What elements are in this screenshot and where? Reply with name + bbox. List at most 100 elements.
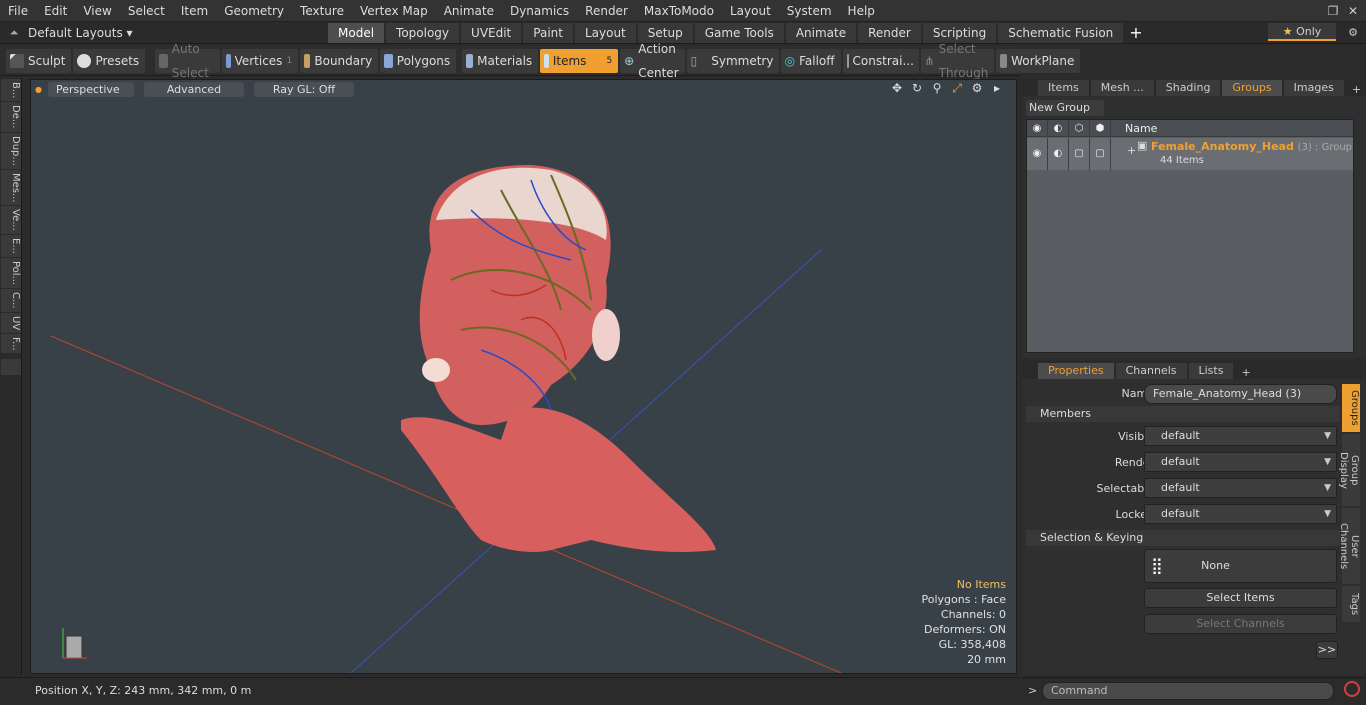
tab-groups[interactable]: Groups (1222, 80, 1282, 96)
row-select-checkbox[interactable]: ▢ (1090, 138, 1111, 170)
none-button[interactable]: ⣿ None (1144, 549, 1337, 583)
anatomy-head-model[interactable] (401, 165, 716, 552)
add-tab-icon[interactable]: + (1129, 23, 1142, 42)
tab-channels[interactable]: Channels (1115, 363, 1187, 379)
tab-game-tools[interactable]: Game Tools (694, 22, 784, 43)
menu-texture[interactable]: Texture (292, 0, 352, 22)
left-tab-curve[interactable]: C... (1, 288, 21, 312)
tab-uvedit[interactable]: UVEdit (461, 22, 522, 43)
selection-keying-section[interactable]: Selection & Keying (1026, 530, 1340, 546)
menu-edit[interactable]: Edit (36, 0, 75, 22)
menu-geometry[interactable]: Geometry (216, 0, 292, 22)
menu-file[interactable]: File (0, 0, 36, 22)
menu-render[interactable]: Render (577, 0, 636, 22)
move-icon[interactable]: ✥ (890, 81, 904, 95)
tab-lists[interactable]: Lists (1188, 363, 1234, 379)
side-tab-tags[interactable]: Tags (1342, 586, 1360, 622)
perspective-button[interactable]: Perspective (47, 81, 134, 97)
left-tab-uv[interactable]: UV (1, 312, 21, 333)
workplane-button[interactable]: WorkPlane (996, 48, 1081, 73)
left-tab-mesh[interactable]: Mes... (1, 169, 21, 206)
tab-schematic-fusion[interactable]: Schematic Fusion (998, 22, 1124, 43)
presets-button[interactable]: Presets (73, 48, 146, 73)
close-icon[interactable]: ✕ (1342, 0, 1364, 22)
record-icon[interactable] (1344, 681, 1360, 697)
menu-vertex-map[interactable]: Vertex Map (352, 0, 436, 22)
left-tab-basic[interactable]: B... (1, 79, 21, 102)
only-button[interactable]: ★ Only (1268, 23, 1336, 41)
tab-render[interactable]: Render (858, 22, 921, 43)
left-tab-polygon[interactable]: Pol... (1, 257, 21, 288)
left-tab-edge[interactable]: E... (1, 235, 21, 257)
raygl-button[interactable]: Ray GL: Off (253, 81, 354, 97)
add-panel-tab-icon[interactable]: + (1352, 83, 1361, 96)
menu-layout[interactable]: Layout (722, 0, 779, 22)
tab-items[interactable]: Items (1038, 80, 1089, 96)
vertices-button[interactable]: Vertices 1 (222, 48, 299, 73)
menu-animate[interactable]: Animate (436, 0, 502, 22)
row-render-icon[interactable]: ◐ (1048, 138, 1069, 170)
name-field[interactable]: Female_Anatomy_Head (3) (1144, 384, 1337, 404)
new-group-button[interactable]: New Group (1026, 100, 1104, 116)
side-tab-group-display[interactable]: Group Display (1338, 434, 1360, 506)
menu-system[interactable]: System (779, 0, 840, 22)
tab-shading[interactable]: Shading (1155, 80, 1221, 96)
menu-view[interactable]: View (75, 0, 119, 22)
select-through-button[interactable]: ⋔ Select Through (920, 42, 995, 80)
select-items-button[interactable]: Select Items (1144, 588, 1337, 608)
tab-model[interactable]: Model (328, 22, 385, 43)
action-center-button[interactable]: ⊕ Action Center (620, 42, 685, 80)
lock-icon[interactable]: ⬡ (1069, 119, 1090, 137)
menu-select[interactable]: Select (120, 0, 173, 22)
layout-arrow-icon[interactable]: ⏶ (0, 26, 28, 40)
visible-dropdown[interactable]: default ▼ (1144, 426, 1337, 446)
sculpt-button[interactable]: Sculpt (6, 48, 72, 73)
select-icon[interactable]: ⬢ (1090, 119, 1111, 137)
row-lock-checkbox[interactable]: ▢ (1069, 138, 1090, 170)
side-tab-groups[interactable]: Groups (1342, 384, 1360, 432)
tab-layout[interactable]: Layout (574, 22, 636, 43)
viewport-dot-icon[interactable]: ● (35, 85, 42, 94)
select-channels-button[interactable]: Select Channels (1144, 614, 1337, 634)
command-input[interactable]: Command (1042, 682, 1334, 700)
left-tab-deform[interactable]: De... (1, 102, 21, 132)
tab-images[interactable]: Images (1283, 80, 1344, 96)
render-icon[interactable]: ◐ (1048, 119, 1069, 137)
left-tab-duplicate[interactable]: Dup... (1, 132, 21, 169)
expand-icon[interactable]: + (1127, 144, 1136, 157)
locked-dropdown[interactable]: default ▼ (1144, 504, 1337, 524)
menu-dynamics[interactable]: Dynamics (502, 0, 577, 22)
menu-item[interactable]: Item (173, 0, 216, 22)
auto-select-button[interactable]: Auto Select (155, 42, 221, 80)
visibility-eye-icon[interactable]: ◉ (1027, 119, 1048, 137)
tab-properties[interactable]: Properties (1038, 363, 1114, 379)
polygons-button[interactable]: Polygons (380, 48, 457, 73)
left-tab-vertex[interactable]: Ve... (1, 206, 21, 235)
settings-icon[interactable]: ⚙ (970, 81, 984, 95)
tab-topology[interactable]: Topology (386, 22, 460, 43)
falloff-button[interactable]: ◎ Falloff (780, 48, 841, 73)
restore-icon[interactable]: ❐ (1322, 0, 1344, 22)
render-dropdown[interactable]: default ▼ (1144, 452, 1337, 472)
left-tab-fusion[interactable]: F... (1, 333, 21, 354)
arrow-right-icon[interactable]: ▸ (990, 81, 1004, 95)
rotate-icon[interactable]: ↻ (910, 81, 924, 95)
tab-paint[interactable]: Paint (523, 22, 573, 43)
selectable-dropdown[interactable]: default ▼ (1144, 478, 1337, 498)
tab-animate[interactable]: Animate (785, 22, 857, 43)
menu-help[interactable]: Help (840, 0, 883, 22)
gear-icon[interactable]: ⚙ (1348, 26, 1358, 39)
materials-button[interactable]: Materials (462, 48, 539, 73)
add-properties-tab-icon[interactable]: + (1241, 366, 1250, 379)
maximize-icon[interactable]: ⤢ (950, 81, 964, 95)
tab-mesh[interactable]: Mesh ... (1090, 80, 1154, 96)
more-button[interactable]: >> (1316, 641, 1338, 659)
table-row[interactable]: ◉ ◐ ▢ ▢ + ▣ Female_Anatomy_Head (3) : Gr… (1027, 138, 1353, 170)
zoom-icon[interactable]: ⚲ (930, 81, 944, 95)
menu-maxtomodo[interactable]: MaxToModo (636, 0, 722, 22)
constraints-button[interactable]: Constrai... (842, 48, 919, 73)
advanced-button[interactable]: Advanced (143, 81, 244, 97)
row-eye-icon[interactable]: ◉ (1027, 138, 1048, 170)
3d-viewport[interactable]: ● Perspective Advanced Ray GL: Off ✥ ↻ ⚲… (30, 79, 1017, 674)
symmetry-button[interactable]: ▯ Symmetry (686, 48, 779, 73)
